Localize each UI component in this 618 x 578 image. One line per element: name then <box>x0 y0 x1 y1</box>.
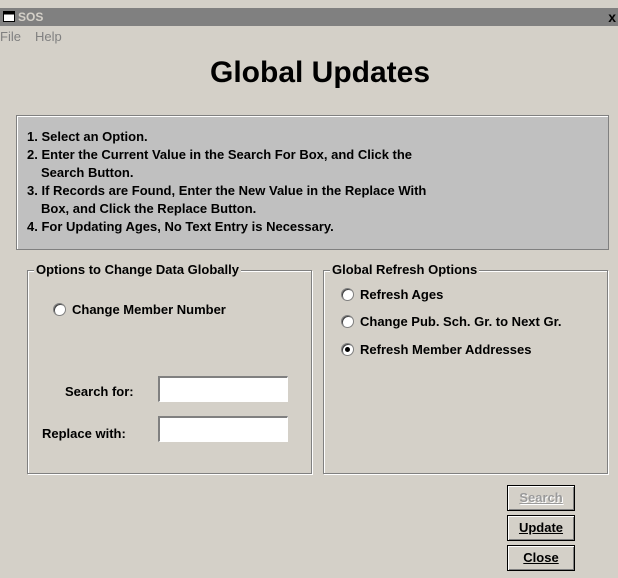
radio-icon <box>53 303 66 316</box>
replace-with-input[interactable] <box>158 416 288 442</box>
refresh-ages-label: Refresh Ages <box>360 287 444 302</box>
refresh-ages-radio[interactable]: Refresh Ages <box>341 287 443 302</box>
change-grade-radio[interactable]: Change Pub. Sch. Gr. to Next Gr. <box>341 314 562 329</box>
instructions-panel: 1. Select an Option. 2. Enter the Curren… <box>16 115 609 250</box>
search-button[interactable]: Search <box>507 485 575 511</box>
instruction-line: Box, and Click the Replace Button. <box>41 201 257 216</box>
menu-help[interactable]: Help <box>35 29 62 44</box>
app-window-icon <box>3 11 15 22</box>
change-grade-label: Change Pub. Sch. Gr. to Next Gr. <box>360 314 562 329</box>
radio-selected-icon <box>341 343 354 356</box>
options-group: Options to Change Data Globally Change M… <box>27 262 312 474</box>
instruction-line: 1. Select an Option. <box>27 129 148 144</box>
change-member-number-radio[interactable]: Change Member Number <box>53 302 226 317</box>
refresh-addresses-radio[interactable]: Refresh Member Addresses <box>341 342 531 357</box>
radio-icon <box>341 288 354 301</box>
instruction-line: 2. Enter the Current Value in the Search… <box>27 147 413 162</box>
search-for-input[interactable] <box>158 376 288 402</box>
title-bar[interactable]: SOS x <box>0 8 618 26</box>
change-member-number-label: Change Member Number <box>72 302 226 317</box>
refresh-options-group: Global Refresh Options Refresh Ages Chan… <box>323 262 608 474</box>
window-title: SOS <box>18 10 44 24</box>
close-window-button[interactable]: x <box>608 8 616 26</box>
page-title: Global Updates <box>210 56 431 89</box>
instruction-line: 4. For Updating Ages, No Text Entry is N… <box>27 219 334 234</box>
instruction-line: 3. If Records are Found, Enter the New V… <box>27 183 427 198</box>
radio-icon <box>341 315 354 328</box>
update-button[interactable]: Update <box>507 515 575 541</box>
search-for-label: Search for: <box>65 384 134 399</box>
menu-bar: File Help <box>0 26 618 46</box>
close-button[interactable]: Close <box>507 545 575 571</box>
menu-file[interactable]: File <box>0 29 21 44</box>
refresh-group-legend: Global Refresh Options <box>330 262 480 277</box>
refresh-addresses-label: Refresh Member Addresses <box>360 342 532 357</box>
options-group-legend: Options to Change Data Globally <box>34 262 241 277</box>
instruction-line: Search Button. <box>41 165 134 180</box>
replace-with-label: Replace with: <box>42 426 126 441</box>
